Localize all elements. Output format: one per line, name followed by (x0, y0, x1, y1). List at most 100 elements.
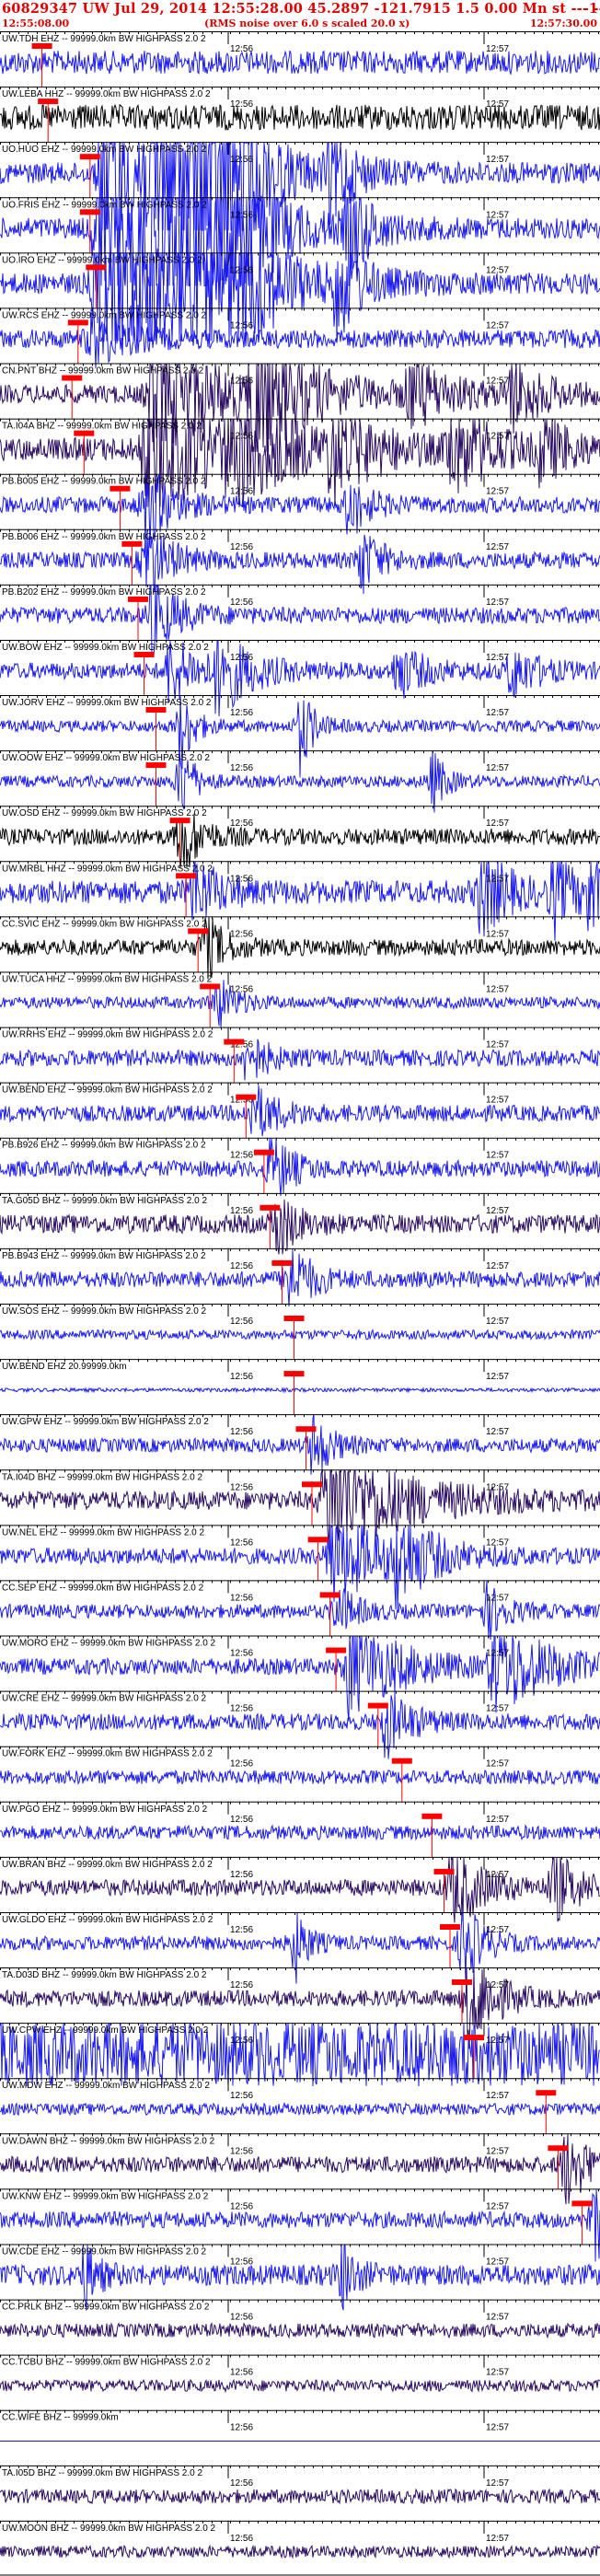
time-tick-label: 12:57 (486, 265, 509, 275)
time-tick-label: 12:57 (486, 763, 509, 773)
time-tick-label: 12:57 (486, 1427, 509, 1437)
time-tick-label: 12:57 (486, 1870, 509, 1880)
time-tick-label: 12:57 (486, 99, 509, 110)
time-tick-label: 12:56 (230, 874, 253, 884)
waveform-trace (0, 1526, 600, 1610)
station-label: UW.NEL EHZ -- 99999.0km BW HIGHPASS 2.0 … (2, 1527, 205, 1537)
time-tick-label: 12:57 (486, 2036, 509, 2046)
station-label: UO.FRIS EHZ -- 99999.0km BW HIGHPASS 2.0… (2, 200, 207, 210)
time-tick-label: 12:56 (230, 653, 253, 663)
station-label: UW.DAWN BHZ -- 99999.0km BW HIGHPASS 2.0… (2, 2136, 215, 2146)
station-label: UW.BEND EHZ 20.99999.0km (2, 1362, 127, 1372)
time-tick-label: 12:56 (230, 432, 253, 442)
station-label: TA.I04A BHZ -- 99999.0km BW HIGHPASS 2.0… (2, 422, 202, 432)
waveform-trace (0, 50, 600, 76)
waveform-trace (0, 1768, 600, 1786)
waveform-trace (0, 1199, 600, 1255)
waveform-trace (0, 363, 600, 452)
time-tick-label: 12:57 (486, 1925, 509, 1935)
station-label: UW.BOW EHZ -- 99999.0km BW HIGHPASS 2.0 … (2, 643, 209, 653)
time-tick-label: 12:57 (486, 487, 509, 497)
time-tick-label: 12:57 (486, 985, 509, 995)
time-tick-label: 12:57 (486, 1317, 509, 1327)
time-tick-label: 12:57 (486, 2201, 509, 2211)
station-label: UO.HUO EHZ -- 99999.0km BW HIGHPASS 2.0 … (2, 145, 207, 155)
waveform-trace (0, 813, 600, 868)
time-tick-label: 12:57 (486, 2368, 509, 2378)
time-tick-label: 12:56 (230, 985, 253, 995)
time-tick-label: 12:56 (230, 2146, 253, 2156)
time-tick-label: 12:57 (486, 653, 509, 663)
time-tick-label: 12:57 (486, 708, 509, 718)
time-tick-label: 12:57 (486, 155, 509, 165)
time-tick-label: 12:56 (230, 1482, 253, 1492)
time-tick-label: 12:57 (486, 1372, 509, 1382)
station-label: UW.CDE EHZ -- 99999.0km BW HIGHPASS 2.0 … (2, 2247, 207, 2257)
time-tick-label: 12:56 (230, 2368, 253, 2378)
time-tick-label: 12:56 (230, 2201, 253, 2211)
waveform-trace (0, 695, 600, 778)
station-label: UW.KNW EHZ -- 99999.0km BW HIGHPASS 2.0 … (2, 2191, 209, 2201)
waveform-trace (0, 103, 600, 131)
time-tick-label: 12:56 (230, 1593, 253, 1603)
station-label: CN.PNT BHZ -- 99999.0km BW HIGHPASS 2.0 … (2, 366, 204, 377)
waveform-trace (0, 2544, 600, 2559)
station-label: UW.MDW EHZ -- 99999.0km BW HIGHPASS 2.0 … (2, 2081, 210, 2091)
station-label: TA.I05D BHZ -- 99999.0km BW HIGHPASS 2.0… (2, 2468, 202, 2478)
station-label: UW.OSD EHZ -- 99999.0km BW HIGHPASS 2.0 … (2, 808, 207, 818)
station-label: UW.BEND EHZ -- 99999.0km BW HIGHPASS 2.0… (2, 1085, 213, 1096)
waveform-trace (0, 2378, 600, 2394)
station-label: UW.MRBL HHZ -- 99999.0km BW HIGHPASS 2.0… (2, 864, 213, 874)
time-tick-label: 12:56 (230, 1649, 253, 1659)
station-label: PB.B926 EHZ -- 99999.0km BW HIGHPASS 2.0… (2, 1141, 206, 1151)
station-label: UW.BRAN BHZ -- 99999.0km BW HIGHPASS 2.0… (2, 1860, 213, 1870)
time-tick-label: 12:57 (486, 320, 509, 331)
time-tick-label: 12:57 (486, 1980, 509, 1990)
time-tick-label: 12:56 (230, 818, 253, 829)
time-tick-label: 12:57 (486, 2091, 509, 2101)
time-tick-label: 12:57 (486, 2478, 509, 2489)
time-tick-label: 12:57 (486, 1759, 509, 1770)
time-tick-label: 12:56 (230, 1261, 253, 1271)
time-tick-label: 12:56 (230, 1704, 253, 1714)
station-label: TA.G05D BHZ -- 99999.0km BW HIGHPASS 2.0… (2, 1196, 207, 1206)
station-label: UW.PGO EHZ -- 99999.0km BW HIGHPASS 2.0 … (2, 1804, 208, 1815)
time-tick-label: 12:57 (486, 598, 509, 608)
station-label: UW.CPW EHZ -- 99999.0km BW HIGHPASS 2.0 … (2, 2025, 209, 2036)
station-label: PB.B943 EHZ -- 99999.0km BW HIGHPASS 2.0… (2, 1251, 206, 1261)
time-tick-label: 12:56 (230, 1427, 253, 1437)
time-tick-label: 12:56 (230, 1815, 253, 1825)
waveform-trace (0, 2101, 600, 2117)
station-label: UW.TDH EHZ -- 99999.0km BW HIGHPASS 2.0 … (2, 34, 206, 44)
time-tick-label: 12:57 (486, 1151, 509, 1161)
station-label: PB.B006 EHZ -- 99999.0km BW HIGHPASS 2.0… (2, 532, 206, 542)
time-tick-label: 12:57 (486, 44, 509, 54)
time-tick-label: 12:56 (230, 487, 253, 497)
station-label: CC.SEP EHZ -- 99999.0km BW HIGHPASS 2.0 … (2, 1583, 204, 1593)
waveform-trace (0, 1824, 600, 1841)
waveform-trace (0, 1636, 600, 1722)
station-label: UW.FORK EHZ -- 99999.0km BW HIGHPASS 2.0… (2, 1749, 213, 1759)
time-tick-label: 12:56 (230, 929, 253, 939)
time-tick-label: 12:57 (486, 377, 509, 387)
time-tick-label: 12:57 (486, 1206, 509, 1216)
station-label: UW.GPW EHZ -- 99999.0km BW HIGHPASS 2.0 … (2, 1417, 209, 1427)
station-label: TA.I04D BHZ -- 99999.0km BW HIGHPASS 2.0… (2, 1472, 202, 1482)
time-tick-label: 12:57 (486, 1649, 509, 1659)
time-tick-label: 12:57 (486, 1815, 509, 1825)
station-label: UW.MOON BHZ -- 99999.0km BW HIGHPASS 2.0… (2, 2524, 216, 2534)
station-label: UW.GLDO EHZ -- 99999.0km BW HIGHPASS 2.0… (2, 1915, 213, 1925)
station-label: UW.RCS EHZ -- 99999.0km BW HIGHPASS 2.0 … (2, 310, 207, 320)
station-label: UW.TUCA HHZ -- 99999.0km BW HIGHPASS 2.0… (2, 975, 213, 985)
time-tick-label: 12:56 (230, 1759, 253, 1770)
time-tick-label: 12:56 (230, 2257, 253, 2268)
time-tick-label: 12:57 (486, 929, 509, 939)
time-tick-label: 12:56 (230, 1870, 253, 1880)
time-tick-label: 12:57 (486, 2534, 509, 2544)
time-tick-label: 12:57 (486, 1040, 509, 1050)
time-tick-label: 12:57 (486, 1096, 509, 1106)
station-label: PB.B005 EHZ -- 99999.0km BW HIGHPASS 2.0… (2, 477, 206, 487)
time-tick-label: 12:56 (230, 44, 253, 54)
station-label: CC.PRLK BHZ -- 99999.0km BW HIGHPASS 2.0… (2, 2303, 210, 2313)
time-tick-label: 12:56 (230, 2036, 253, 2046)
